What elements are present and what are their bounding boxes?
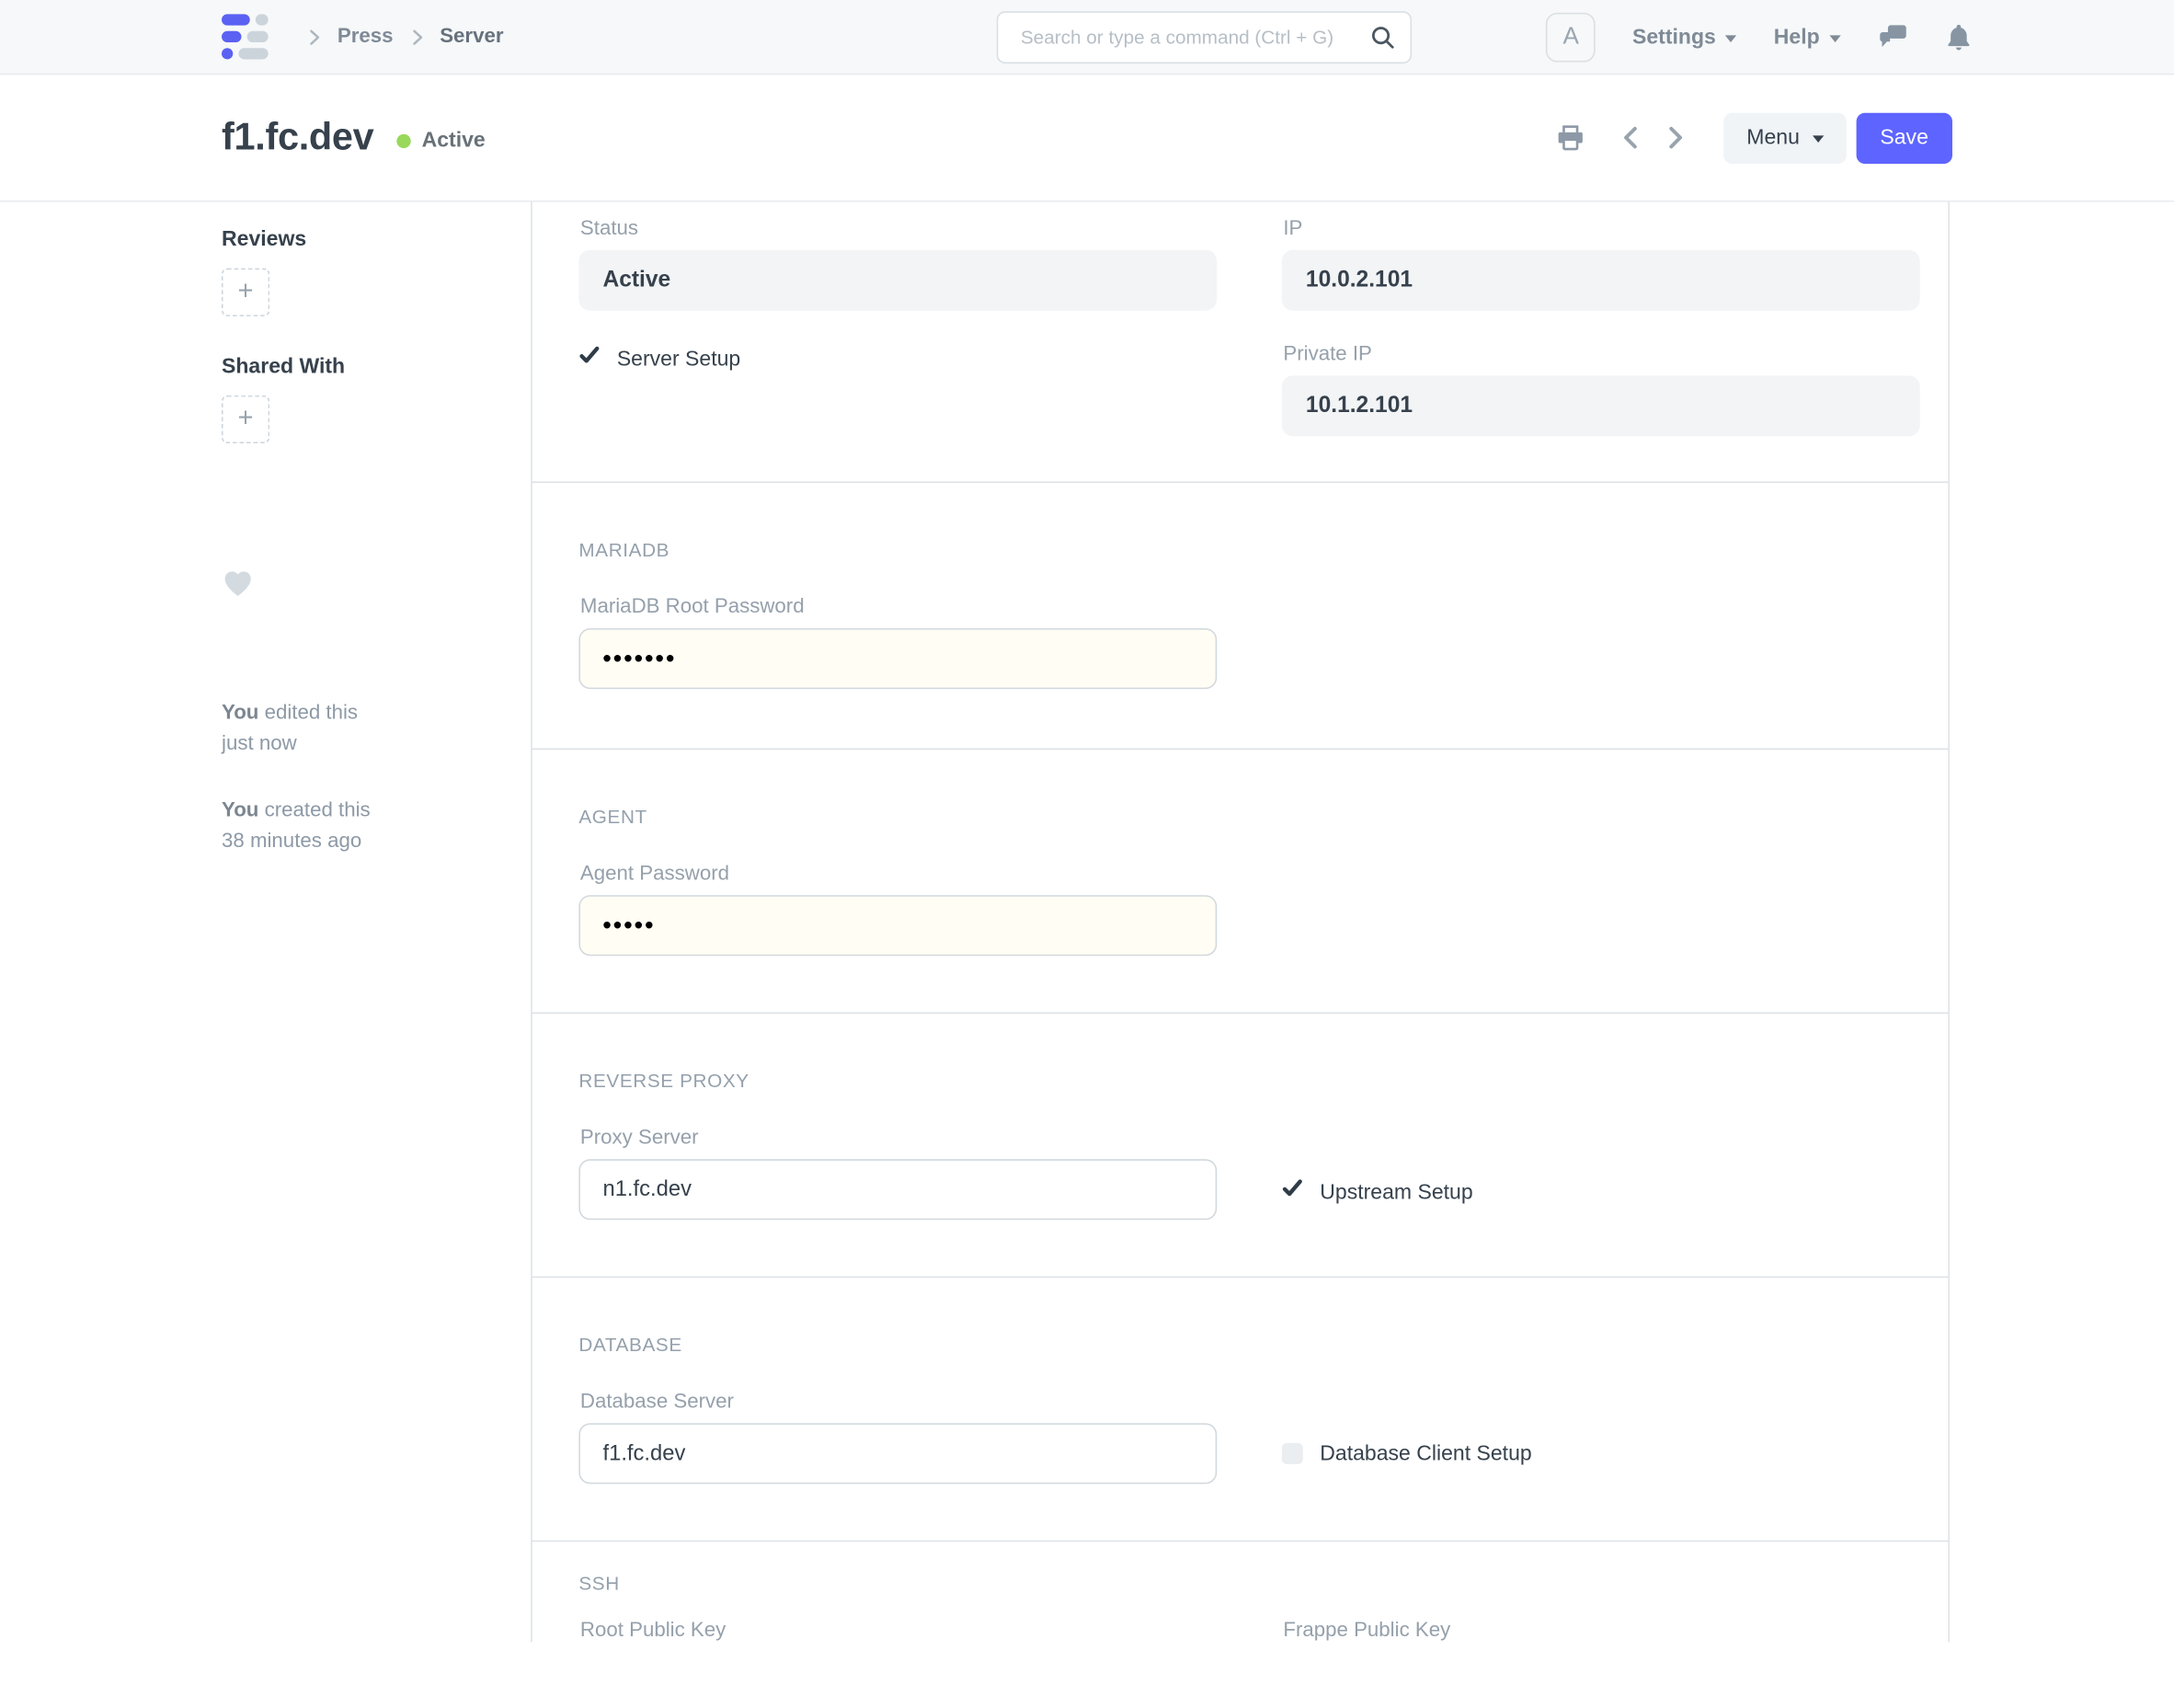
menu-button-label: Menu xyxy=(1746,125,1800,150)
activity-entry: You created this 38 minutes ago xyxy=(222,795,488,858)
reviews-section-label: Reviews xyxy=(222,227,307,252)
activity-log: You edited this just now You created thi… xyxy=(222,697,488,858)
section-ssh: SSH Root Public Key Frappe Public Key xyxy=(532,1542,1949,1708)
checkmark-icon xyxy=(578,345,600,373)
chevron-down-icon xyxy=(1725,34,1737,42)
section-overview: Status Active Server Setup IP 10.0.2.101… xyxy=(532,202,1949,483)
field-database-server: Database Server xyxy=(578,1391,1218,1484)
prev-doc-chevron-icon[interactable] xyxy=(1619,126,1643,150)
activity-action: created this xyxy=(264,798,371,822)
section-title: MARIADB xyxy=(578,539,670,561)
section-title: DATABASE xyxy=(578,1334,682,1356)
print-icon[interactable] xyxy=(1556,124,1585,151)
unchecked-checkbox-icon xyxy=(1281,1442,1303,1464)
settings-label: Settings xyxy=(1631,24,1716,49)
private-ip-value: 10.1.2.101 xyxy=(1281,375,1920,437)
field-label: IP xyxy=(1283,217,1303,240)
search-input[interactable] xyxy=(1017,25,1370,50)
plus-icon: + xyxy=(237,404,254,434)
section-mariadb: MARIADB MariaDB Root Password xyxy=(532,483,1949,751)
navbar: Press Server A Settings Help xyxy=(0,0,2174,75)
chevron-down-icon xyxy=(1812,135,1824,143)
checkbox-label: Server Setup xyxy=(616,346,741,371)
app-window: Press Server A Settings Help xyxy=(0,0,2174,1643)
field-label: Root Public Key xyxy=(579,1619,727,1643)
add-review-button[interactable]: + xyxy=(222,268,270,316)
breadcrumb-chevron-icon xyxy=(305,28,324,46)
status-indicator-label: Active xyxy=(421,128,486,153)
settings-menu[interactable]: Settings xyxy=(1632,25,1737,49)
section-title: REVERSE PROXY xyxy=(578,1070,749,1092)
next-doc-chevron-icon[interactable] xyxy=(1664,126,1688,150)
section-title: SSH xyxy=(578,1573,620,1595)
status-dot-icon xyxy=(395,133,411,148)
checkbox-label: Upstream Setup xyxy=(1320,1179,1473,1204)
status-value: Active xyxy=(578,249,1218,311)
database-server-input[interactable] xyxy=(578,1423,1218,1484)
save-button[interactable]: Save xyxy=(1856,112,1952,164)
field-ip: IP 10.0.2.101 xyxy=(1281,217,1920,311)
section-title: AGENT xyxy=(578,806,647,828)
plus-icon: + xyxy=(237,276,254,307)
checkbox-label: Database Client Setup xyxy=(1320,1441,1532,1466)
activity-action: edited this xyxy=(264,701,359,725)
section-agent: AGENT Agent Password xyxy=(532,750,1949,1014)
server-setup-checkbox[interactable]: Server Setup xyxy=(578,345,1217,373)
chevron-down-icon xyxy=(1829,34,1841,42)
breadcrumb-item-server[interactable]: Server xyxy=(440,26,503,49)
activity-time: just now xyxy=(222,733,297,756)
form-body: Status Active Server Setup IP 10.0.2.101… xyxy=(531,201,1950,1643)
section-reverse-proxy: REVERSE PROXY Proxy Server Up xyxy=(532,1014,1949,1278)
notifications-bell-icon[interactable] xyxy=(1945,22,1972,52)
chat-icon[interactable] xyxy=(1878,23,1909,52)
status-indicator: Active xyxy=(395,128,486,153)
activity-author: You xyxy=(222,701,259,725)
field-private-ip: Private IP 10.1.2.101 xyxy=(1281,343,1920,437)
breadcrumb-chevron-icon xyxy=(407,28,426,46)
user-avatar[interactable]: A xyxy=(1546,12,1596,62)
help-menu[interactable]: Help xyxy=(1774,25,1841,49)
help-label: Help xyxy=(1773,24,1820,49)
field-status: Status Active xyxy=(578,217,1218,311)
page-actions: Menu Save xyxy=(1556,112,1952,164)
page-head: f1.fc.dev Active Menu Save xyxy=(0,75,2174,202)
field-proxy-server: Proxy Server xyxy=(578,1126,1218,1221)
field-label: Agent Password xyxy=(579,862,730,886)
field-label: Status xyxy=(579,217,639,240)
proxy-server-input[interactable] xyxy=(578,1159,1218,1221)
navbar-right: A Settings Help xyxy=(1546,12,1972,62)
field-label: MariaDB Root Password xyxy=(579,595,805,619)
like-heart-icon[interactable] xyxy=(222,567,488,604)
activity-time: 38 minutes ago xyxy=(222,831,362,854)
shared-with-section-label: Shared With xyxy=(222,354,346,379)
search-icon xyxy=(1369,24,1396,51)
field-label: Frappe Public Key xyxy=(1283,1619,1451,1643)
form-sidebar: Reviews + Shared With + You edited this … xyxy=(0,202,531,1643)
activity-entry: You edited this just now xyxy=(222,697,488,761)
app-logo-icon[interactable] xyxy=(222,14,269,60)
add-share-button[interactable]: + xyxy=(222,395,270,444)
field-label: Database Server xyxy=(579,1391,734,1414)
global-search xyxy=(996,11,1413,64)
activity-author: You xyxy=(222,798,259,822)
page-title: f1.fc.dev xyxy=(222,115,374,158)
field-mariadb-root-password: MariaDB Root Password xyxy=(578,595,1218,690)
upstream-setup-checkbox[interactable]: Upstream Setup xyxy=(1282,1177,1920,1206)
section-database: DATABASE Database Server Database Client… xyxy=(532,1278,1949,1542)
breadcrumb-item-press[interactable]: Press xyxy=(338,26,394,49)
ip-value: 10.0.2.101 xyxy=(1281,249,1920,311)
field-agent-password: Agent Password xyxy=(578,862,1218,957)
agent-password-input[interactable] xyxy=(578,895,1218,957)
main-layout: Reviews + Shared With + You edited this … xyxy=(0,201,2174,1643)
database-client-setup-checkbox[interactable]: Database Client Setup xyxy=(1281,1441,1920,1466)
checkmark-icon xyxy=(1282,1177,1303,1206)
field-label: Proxy Server xyxy=(579,1126,699,1150)
field-label: Private IP xyxy=(1283,343,1372,366)
menu-button[interactable]: Menu xyxy=(1723,112,1847,164)
mariadb-root-password-input[interactable] xyxy=(578,628,1218,690)
